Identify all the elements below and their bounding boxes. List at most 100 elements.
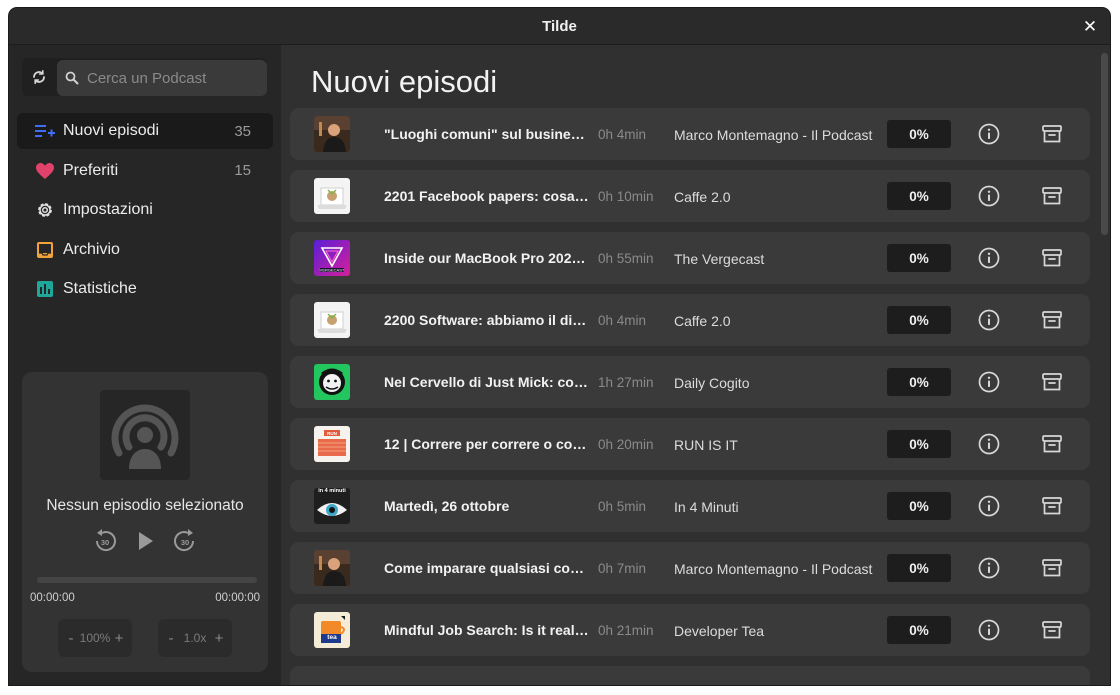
episode-progress: 0% [887, 182, 951, 210]
archive-icon [1042, 373, 1062, 391]
close-icon: ✕ [1082, 17, 1098, 36]
episode-row[interactable]: tea Mindful Job Search: Is it really wor… [290, 604, 1090, 656]
episode-info-button[interactable] [977, 494, 1001, 518]
episode-duration: 0h 55min [598, 251, 654, 266]
episode-archive-button[interactable] [1040, 370, 1064, 394]
sidebar-item-label: Statistiche [63, 280, 137, 297]
search-field [57, 60, 267, 96]
volume-decrease-button[interactable]: - [64, 630, 78, 647]
volume-stepper: - 100% + [58, 619, 132, 657]
episode-title: 2200 Software: abbiamo il diritto [384, 312, 589, 328]
episode-row[interactable]: 2200 Software: abbiamo il diritto 0h 4mi… [290, 294, 1090, 346]
speed-decrease-button[interactable]: - [164, 630, 178, 647]
speed-stepper: - 1.0x + [158, 619, 232, 657]
episode-duration: 1h 27min [598, 375, 654, 390]
episode-thumbnail: RUN [314, 426, 350, 462]
episode-progress: 0% [887, 244, 951, 272]
info-icon [978, 371, 1000, 393]
archive-icon [1042, 559, 1062, 577]
info-icon [978, 495, 1000, 517]
speed-increase-button[interactable]: + [212, 630, 226, 647]
episode-progress: 0% [887, 616, 951, 644]
playback-controls: 30 30 [22, 526, 268, 556]
rewind-30-icon: 30 [95, 529, 116, 552]
thumbnail-text: in 4 minuti [318, 488, 346, 494]
sidebar-item-impostazioni[interactable]: Impostazioni [17, 192, 273, 228]
episode-row[interactable]: Come imparare qualsiasi cosa velocemente… [290, 542, 1090, 594]
episode-archive-button[interactable] [1040, 308, 1064, 332]
archive-icon [1042, 621, 1062, 639]
info-icon [978, 123, 1000, 145]
episode-info-button[interactable] [977, 308, 1001, 332]
episode-title: Mindful Job Search: Is it really worth i… [384, 622, 589, 638]
episode-info-button[interactable] [977, 618, 1001, 642]
episode-row[interactable]: Nel Cervello di Just Mick: coscienza 1h … [290, 356, 1090, 408]
episode-duration: 0h 4min [598, 313, 647, 328]
episode-thumbnail: VERGECAST [314, 240, 350, 276]
episode-progress: 0% [887, 368, 951, 396]
scrollbar-thumb[interactable] [1101, 53, 1108, 235]
episode-archive-button[interactable] [1040, 122, 1064, 146]
archive-icon [1042, 187, 1062, 205]
episode-archive-button[interactable] [1040, 494, 1064, 518]
scrollbar[interactable] [1100, 53, 1110, 685]
episode-progress: 0% [887, 554, 951, 582]
sidebar-item-statistiche[interactable]: Statistiche [17, 271, 273, 307]
volume-increase-button[interactable]: + [112, 630, 126, 647]
sidebar-item-label: Impostazioni [63, 201, 153, 218]
episode-row[interactable]: in 4 minuti Martedì, 26 ottobre 0h 5min … [290, 480, 1090, 532]
close-button[interactable]: ✕ [1080, 17, 1100, 37]
episode-archive-button[interactable] [1040, 556, 1064, 580]
info-icon [978, 557, 1000, 579]
refresh-button[interactable] [22, 58, 56, 96]
refresh-icon [33, 70, 45, 84]
episode-podcast: Developer Tea [674, 623, 765, 639]
play-button[interactable] [130, 526, 160, 556]
episode-row[interactable]: VERGECAST Inside our MacBook Pro 2021 re… [290, 232, 1090, 284]
episode-title: Come imparare qualsiasi cosa velocemente [384, 560, 589, 576]
archive-icon [1042, 249, 1062, 267]
page-title: Nuovi episodi [311, 64, 498, 99]
sidebar-item-label: Preferiti [63, 161, 119, 179]
search-icon [57, 71, 87, 85]
sidebar-item-archivio[interactable]: Archivio [17, 232, 273, 268]
podcast-cover [100, 390, 190, 480]
archive-icon [1042, 435, 1062, 453]
episode-info-button[interactable] [977, 556, 1001, 580]
playback-progress-bar[interactable] [37, 577, 257, 583]
episode-archive-button[interactable] [1040, 246, 1064, 270]
episode-row[interactable]: RUN 12 | Correre per correre o correre p… [290, 418, 1090, 470]
episode-info-button[interactable] [977, 184, 1001, 208]
svg-text:RUN: RUN [327, 431, 337, 436]
info-icon [978, 619, 1000, 641]
episode-archive-button[interactable] [1040, 618, 1064, 642]
episode-row[interactable]: 2201 Facebook papers: cosa sono 0h 10min… [290, 170, 1090, 222]
episode-thumbnail: tea [314, 612, 350, 648]
episode-info-button[interactable] [977, 122, 1001, 146]
episode-info-button[interactable] [977, 432, 1001, 456]
total-time: 00:00:00 [215, 592, 260, 604]
episode-archive-button[interactable] [1040, 184, 1064, 208]
episode-progress: 0% [887, 120, 951, 148]
app-window: Tilde ✕ Cerca un Podcast Nuovi episodi 3… [9, 8, 1110, 685]
info-icon [978, 309, 1000, 331]
player-steppers: - 100% + - 1.0x + [58, 619, 232, 657]
episode-row[interactable] [290, 666, 1090, 685]
svg-text:VERGECAST: VERGECAST [320, 268, 345, 273]
episode-duration: 0h 21min [598, 623, 654, 638]
episode-row[interactable]: "Luoghi comuni" sul business: cosa sono … [290, 108, 1090, 160]
episode-podcast: The Vergecast [674, 251, 765, 267]
sidebar-item-preferiti[interactable]: Preferiti 15 [17, 153, 273, 189]
main-content: Nuovi episodi "Luoghi comuni" sul busine… [281, 45, 1110, 685]
search-input[interactable] [87, 69, 257, 87]
rewind-30-button[interactable]: 30 [90, 526, 120, 556]
episode-duration: 0h 7min [598, 561, 647, 576]
sidebar-item-nuovi-episodi[interactable]: Nuovi episodi 35 [17, 113, 273, 149]
episode-title: Inside our MacBook Pro 2021 review [384, 250, 589, 266]
episode-info-button[interactable] [977, 246, 1001, 270]
episode-info-button[interactable] [977, 370, 1001, 394]
episode-duration: 0h 4min [598, 127, 647, 142]
episode-archive-button[interactable] [1040, 432, 1064, 456]
volume-value: 100% [79, 631, 111, 645]
forward-30-button[interactable]: 30 [170, 526, 200, 556]
